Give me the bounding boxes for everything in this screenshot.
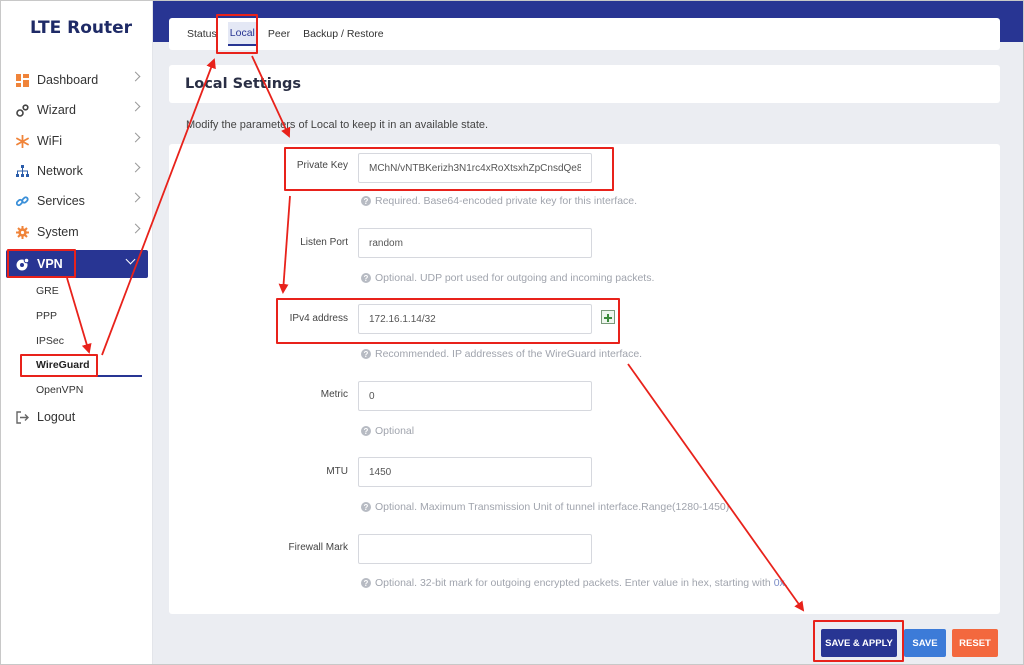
help-icon: ? xyxy=(361,426,371,436)
tab-bar: Status Local Peer Backup / Restore xyxy=(169,18,1000,50)
tab-peer[interactable]: Peer xyxy=(266,23,292,45)
sidebar-item-label: Logout xyxy=(37,410,76,424)
sidebar-item-wifi[interactable]: WiFi xyxy=(0,127,153,155)
sidebar-item-network[interactable]: Network xyxy=(0,157,153,185)
help-icon: ? xyxy=(361,273,371,283)
help-icon: ? xyxy=(361,196,371,206)
sidebar: LTE Router Dashboard Wizard WiFi Network… xyxy=(0,0,153,665)
chevron-right-icon xyxy=(130,192,141,203)
brand-logo: LTE Router xyxy=(30,18,133,38)
sidebar-item-label: Wizard xyxy=(37,103,76,117)
network-icon xyxy=(15,164,29,178)
firewall-mark-label: Firewall Mark xyxy=(288,542,348,553)
listen-port-hint: ? Optional. UDP port used for outgoing an… xyxy=(361,272,654,284)
metric-input[interactable] xyxy=(358,381,592,411)
chevron-right-icon xyxy=(130,101,141,112)
annotation-box-save-apply xyxy=(813,620,904,662)
dashboard-icon xyxy=(15,73,29,87)
wifi-icon xyxy=(15,134,29,148)
sidebar-subitem-openvpn[interactable]: OpenVPN xyxy=(36,384,83,396)
logout-icon xyxy=(15,410,29,424)
firewall-mark-input[interactable] xyxy=(358,534,592,564)
annotation-box-ipv4 xyxy=(276,298,620,344)
annotation-box-vpn xyxy=(7,249,76,278)
listen-port-label: Listen Port xyxy=(300,237,348,248)
help-icon: ? xyxy=(361,502,371,512)
chevron-right-icon xyxy=(130,132,141,143)
sidebar-item-system[interactable]: System xyxy=(0,218,153,246)
sidebar-subitem-ppp[interactable]: PPP xyxy=(36,310,57,322)
tab-status[interactable]: Status xyxy=(185,23,219,45)
gear-icon xyxy=(15,225,29,239)
reset-button[interactable]: RESET xyxy=(952,629,998,657)
sidebar-item-label: Dashboard xyxy=(37,73,99,87)
sidebar-item-label: Services xyxy=(37,194,85,208)
mtu-input[interactable] xyxy=(358,457,592,487)
sidebar-item-logout[interactable]: Logout xyxy=(0,403,153,431)
listen-port-input[interactable] xyxy=(358,228,592,258)
firewall-mark-hint: ? Optional. 32-bit mark for outgoing encr… xyxy=(361,577,788,589)
sidebar-item-services[interactable]: Services xyxy=(0,187,153,215)
services-icon xyxy=(15,194,29,208)
wizard-icon xyxy=(15,103,29,117)
mtu-label: MTU xyxy=(326,466,348,477)
ipv4-address-hint: ? Recommended. IP addresses of the WireGu… xyxy=(361,348,642,360)
private-key-hint: ? Required. Base64-encoded private key fo… xyxy=(361,195,637,207)
sidebar-item-dashboard[interactable]: Dashboard xyxy=(0,66,153,94)
help-icon: ? xyxy=(361,349,371,359)
metric-hint: ? Optional xyxy=(361,425,414,437)
sidebar-subitem-ipsec[interactable]: IPSec xyxy=(36,335,64,347)
save-button[interactable]: SAVE xyxy=(904,629,946,657)
sidebar-subitem-gre[interactable]: GRE xyxy=(36,285,59,297)
sidebar-item-label: System xyxy=(37,225,79,239)
sidebar-item-label: WiFi xyxy=(37,134,62,148)
metric-label: Metric xyxy=(320,389,348,400)
chevron-right-icon xyxy=(130,71,141,82)
page-description: Modify the parameters of Local to keep i… xyxy=(186,119,489,131)
help-icon: ? xyxy=(361,578,371,588)
chevron-right-icon xyxy=(130,162,141,173)
annotation-box-wireguard xyxy=(20,354,98,377)
tab-backup-restore[interactable]: Backup / Restore xyxy=(301,23,386,45)
sidebar-item-label: Network xyxy=(37,164,83,178)
page-title: Local Settings xyxy=(185,76,302,92)
mtu-hint: ? Optional. Maximum Transmission Unit of … xyxy=(361,501,729,513)
chevron-down-icon xyxy=(125,254,136,265)
sidebar-item-wizard[interactable]: Wizard xyxy=(0,96,153,124)
chevron-right-icon xyxy=(130,223,141,234)
annotation-box-private-key xyxy=(284,147,614,191)
annotation-box-local-tab xyxy=(216,14,258,54)
header-card: Local Settings xyxy=(169,65,1000,103)
